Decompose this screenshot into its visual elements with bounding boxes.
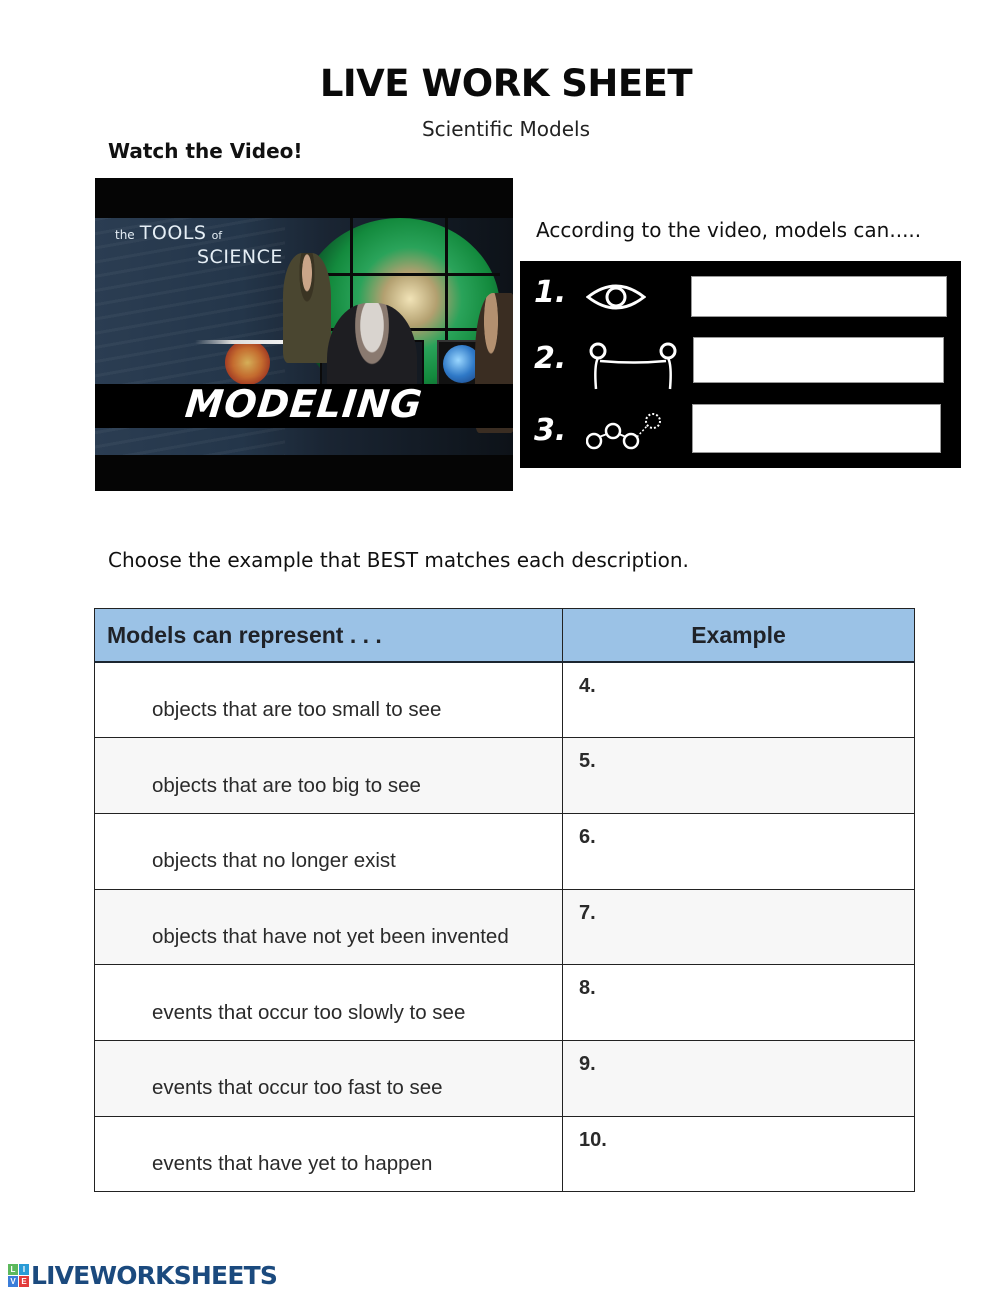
matching-instruction: Choose the example that BEST matches eac… [108,548,689,572]
logo-tile: I [19,1264,29,1275]
table-row: objects that are too big to see 5. [94,737,915,814]
worksheet-subtitle: Scientific Models [421,117,591,141]
row-description: objects that no longer exist [94,812,563,890]
table-row: events that have yet to happen 10. [94,1115,915,1193]
row-description: events that have yet to happen [94,1115,563,1193]
item-number: 1. [534,275,567,310]
screen-divider [300,273,500,276]
answer-field-2[interactable] [693,337,944,383]
row-description: events that occur too fast to see [94,1039,563,1117]
matching-table: Models can represent . . . Example objec… [94,608,915,1193]
example-answer-cell[interactable]: 5. [562,737,915,814]
row-number: 6. [579,825,596,848]
series-tools: TOOLS [139,222,207,244]
row-description: objects that are too big to see [94,737,563,814]
series-the: the [115,228,135,242]
row-number: 4. [579,675,596,697]
example-answer-cell[interactable]: 8. [562,964,915,1041]
example-answer-cell[interactable]: 10. [562,1115,915,1193]
episode-title: MODELING [183,382,425,426]
row-number: 5. [579,750,596,773]
table-row: events that occur too fast to see 9. [94,1039,915,1117]
logo-tile: V [8,1276,18,1287]
liveworksheets-logo[interactable]: L I V E LIVEWORKSHEETS [8,1261,278,1290]
example-answer-cell[interactable]: 6. [562,812,915,890]
table-row: objects that have not yet been invented … [94,888,915,966]
worksheet-title: LIVE WORK SHEET [319,62,693,105]
column-header-represent: Models can represent . . . [94,608,563,663]
series-science: SCIENCE [197,246,283,268]
row-number: 10. [579,1128,607,1151]
table-header-row: Models can represent . . . Example [94,608,915,663]
person-figure [283,253,331,363]
heatmap-globe-image [225,340,270,385]
logo-tiles-icon: L I V E [8,1264,29,1287]
watch-video-prompt: Watch the Video! [108,139,303,163]
answer-field-1[interactable] [691,276,947,317]
example-answer-cell[interactable]: 7. [562,888,915,966]
logo-text: LIVEWORKSHEETS [31,1261,278,1290]
row-description: objects that have not yet been invented [94,888,563,966]
video-thumbnail[interactable]: the TOOLS of SCIENCE MODELING [95,178,513,491]
table-row: objects that no longer exist 6. [94,812,915,890]
row-number: 7. [579,901,596,924]
models-can-prompt: According to the video, models can..... [536,218,922,242]
bridge-connection-icon [589,342,677,390]
table-row: events that occur too slowly to see 8. [94,964,915,1041]
logo-tile: E [19,1276,29,1287]
answer-field-3[interactable] [692,404,941,453]
models-can-panel: 1. 2. 3. [520,261,961,468]
prediction-chain-icon [586,413,661,450]
series-logo: the TOOLS of SCIENCE [115,222,282,267]
example-answer-cell[interactable]: 9. [562,1039,915,1117]
table-row: objects that are too small to see 4. [94,661,915,739]
column-header-example: Example [562,608,915,663]
example-answer-cell[interactable]: 4. [562,661,915,739]
eye-icon [586,284,646,310]
item-number: 3. [534,413,567,448]
row-number: 9. [579,1052,596,1075]
row-description: objects that are too small to see [94,661,563,739]
row-number: 8. [579,977,596,1000]
series-of: of [211,229,223,242]
row-description: events that occur too slowly to see [94,964,563,1041]
item-number: 2. [534,341,567,376]
logo-tile: L [8,1264,18,1275]
